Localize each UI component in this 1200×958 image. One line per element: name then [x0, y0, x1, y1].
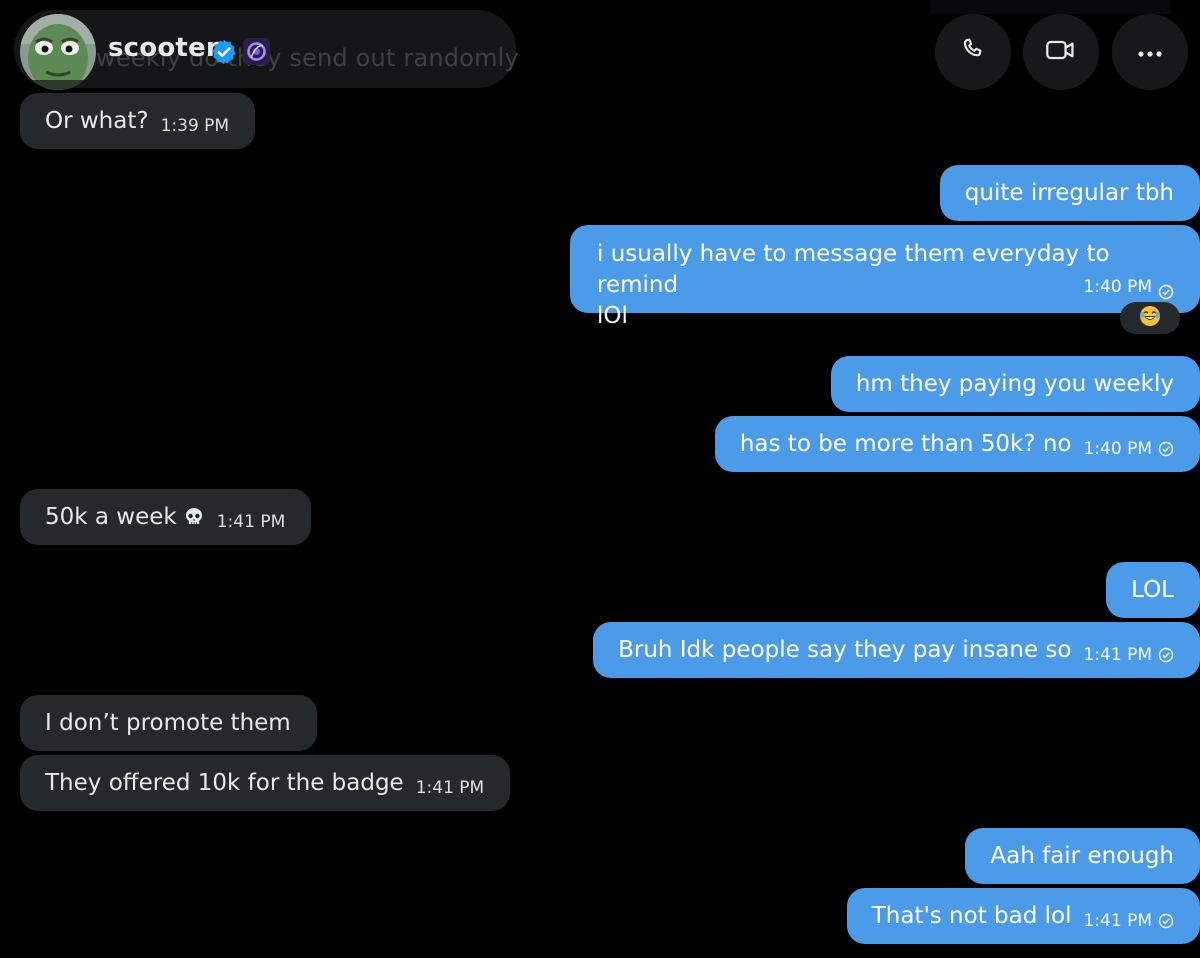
message-timestamp: 1:41 PM — [216, 512, 286, 532]
outgoing-message[interactable]: has to be more than 50k? no 1:40 PM — [714, 416, 1200, 472]
message-text: They offered 10k for the badge — [45, 770, 404, 796]
video-camera-icon — [1045, 36, 1077, 68]
contact-name[interactable]: scooter — [108, 33, 219, 63]
skull-emoji-icon — [183, 506, 205, 528]
conversation-header: weekly do they send out randomly scooter — [0, 0, 1200, 100]
contact-avatar[interactable] — [20, 14, 96, 90]
incoming-message[interactable]: 50k a week 1:41 PM — [20, 489, 312, 545]
affiliate-badge-icon — [243, 38, 270, 65]
message-text: hm they paying you weekly — [855, 371, 1174, 397]
sent-check-icon — [1158, 280, 1174, 299]
outgoing-message[interactable]: hm they paying you weekly — [830, 356, 1200, 412]
sent-check-icon — [1158, 913, 1174, 929]
message-text: Or what? — [45, 108, 149, 134]
more-options-button[interactable] — [1112, 14, 1188, 90]
laughing-emoji-icon — [1138, 304, 1162, 332]
more-dots-icon — [1136, 43, 1164, 62]
message-text: I don’t promote them — [45, 710, 291, 736]
message-text: That's not bad lol — [871, 903, 1072, 929]
video-call-button[interactable] — [1023, 14, 1099, 90]
incoming-message[interactable]: Or what? 1:39 PM — [20, 93, 256, 149]
message-timestamp: 1:41 PM — [415, 778, 485, 798]
incoming-message[interactable]: I don’t promote them — [20, 695, 317, 751]
message-timestamp: 1:41 PM — [1083, 645, 1153, 665]
phone-icon — [959, 36, 987, 68]
message-meta: 1:41 PM — [1084, 645, 1175, 665]
outgoing-message[interactable]: Aah fair enough — [965, 828, 1200, 884]
header-glow — [930, 0, 1170, 14]
message-text: LOL — [1131, 577, 1174, 603]
message-text-line: lOl — [597, 303, 628, 329]
sent-check-icon — [1158, 441, 1174, 457]
message-timestamp: 1:40 PM — [1083, 277, 1153, 297]
incoming-message[interactable]: They offered 10k for the badge 1:41 PM — [20, 755, 511, 811]
call-button[interactable] — [935, 14, 1011, 90]
verified-badge-icon — [210, 38, 238, 66]
outgoing-message[interactable]: i usually have to message them everyday … — [570, 225, 1200, 329]
message-text: Aah fair enough — [990, 843, 1174, 869]
message-meta: 1:41 PM — [1084, 911, 1175, 931]
outgoing-message[interactable]: That's not bad lol 1:41 PM — [846, 888, 1200, 944]
message-meta: 1:40 PM — [1084, 439, 1175, 459]
outgoing-message[interactable]: LOL — [1106, 562, 1200, 618]
message-text: Bruh Idk people say they pay insane so — [618, 637, 1072, 663]
message-timestamp: 1:40 PM — [1083, 439, 1153, 459]
message-text: 50k a week — [45, 504, 177, 530]
message-timestamp: 1:41 PM — [1083, 911, 1153, 931]
message-meta: 1:40 PM — [1084, 272, 1175, 303]
outgoing-message[interactable]: quite irregular tbh — [939, 165, 1200, 221]
message-reaction[interactable] — [1120, 302, 1180, 334]
message-text: quite irregular tbh — [964, 180, 1174, 206]
outgoing-message[interactable]: Bruh Idk people say they pay insane so 1… — [593, 622, 1200, 678]
message-timestamp: 1:39 PM — [160, 116, 230, 136]
message-text: has to be more than 50k? no — [739, 431, 1072, 457]
sent-check-icon — [1158, 647, 1174, 663]
